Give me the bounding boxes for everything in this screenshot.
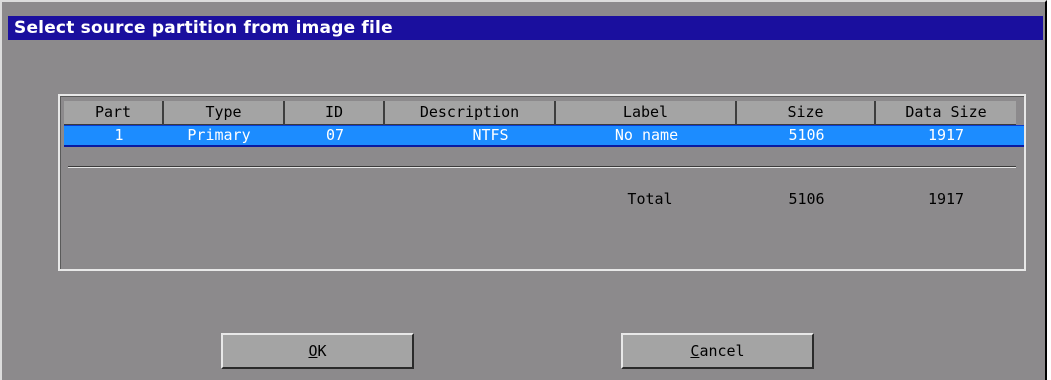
column-header-part[interactable]: Part: [64, 101, 164, 125]
table-row[interactable]: 1 Primary 07 NTFS No name 5106 1917: [64, 125, 1024, 147]
ok-button[interactable]: OK: [221, 333, 414, 369]
total-label: Total: [627, 190, 673, 208]
ok-label-rest: K: [317, 342, 327, 360]
ok-mnemonic: O: [308, 342, 318, 360]
cell-id: 07: [325, 126, 345, 144]
total-size: 5106: [788, 190, 825, 208]
column-header-type[interactable]: Type: [164, 101, 285, 125]
cell-size: 5106: [788, 126, 825, 144]
total-divider: [68, 166, 1016, 168]
column-header-description[interactable]: Description: [385, 101, 556, 125]
dialog-title: Select source partition from image file: [8, 16, 1043, 40]
table-header: Part Type ID Description Label Size Data…: [64, 101, 1016, 125]
column-header-size[interactable]: Size: [737, 101, 876, 125]
cell-part: 1: [114, 126, 124, 144]
cancel-label-rest: ancel: [699, 342, 745, 360]
cancel-button[interactable]: Cancel: [621, 333, 814, 369]
column-header-id[interactable]: ID: [285, 101, 385, 125]
column-header-label[interactable]: Label: [556, 101, 737, 125]
total-data-size: 1917: [927, 190, 965, 208]
cell-label: No name: [614, 126, 679, 144]
dialog-window: Select source partition from image file …: [0, 0, 1047, 380]
cell-type: Primary: [187, 126, 251, 144]
partition-table: Part Type ID Description Label Size Data…: [58, 94, 1026, 271]
column-header-data-size[interactable]: Data Size: [876, 101, 1016, 125]
cell-data-size: 1917: [927, 126, 965, 144]
